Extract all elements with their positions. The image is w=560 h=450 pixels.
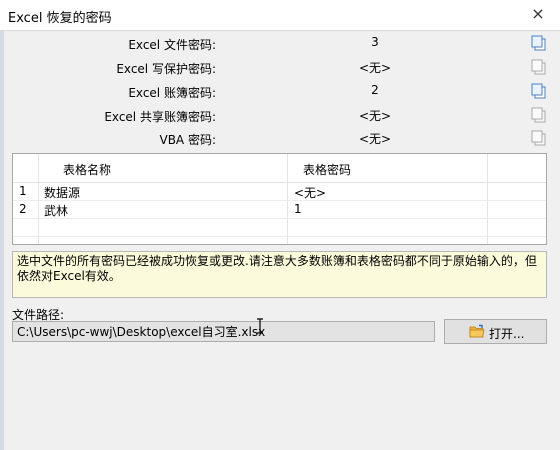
open-button[interactable]: 打开...: [444, 319, 547, 344]
copy-icon[interactable]: [530, 58, 548, 76]
table-header: 表格名称 表格密码: [13, 154, 546, 183]
column-header-sheet-name[interactable]: 表格名称: [63, 161, 111, 178]
worksheet-password-table[interactable]: 表格名称 表格密码 1 数据源 <无> 2 武林 1: [12, 153, 547, 245]
text-cursor-icon: [256, 318, 264, 337]
sheet-password-cell: <无>: [294, 186, 327, 200]
vba-password-value: <无>: [358, 132, 392, 146]
sheet-name-cell: 武林: [44, 204, 69, 218]
row-number: 2: [19, 202, 27, 216]
open-button-label: 打开...: [489, 327, 525, 341]
excel-write-protect-password-value: <无>: [358, 61, 392, 75]
title-bar: Excel 恢复的密码 ×: [0, 0, 560, 31]
copy-icon[interactable]: [530, 106, 548, 124]
copy-icon[interactable]: [530, 82, 548, 100]
vba-password-row: VBA 密码: <无>: [0, 127, 560, 149]
copy-icon[interactable]: [530, 129, 548, 147]
excel-file-password-value: 3: [371, 35, 379, 49]
excel-shared-workbook-password-value: <无>: [358, 109, 392, 123]
folder-icon: [469, 324, 485, 342]
sheet-name-cell: 数据源: [44, 186, 81, 200]
file-path-field[interactable]: [12, 321, 435, 342]
excel-file-password-label: Excel 文件密码:: [128, 38, 216, 52]
excel-write-protect-password-row: Excel 写保护密码: <无>: [0, 56, 560, 78]
excel-workbook-password-value: 2: [371, 83, 379, 97]
column-header-sheet-password[interactable]: 表格密码: [303, 161, 351, 178]
vba-password-label: VBA 密码:: [159, 133, 216, 147]
sheet-password-cell: 1: [294, 202, 302, 216]
row-number: 1: [19, 184, 27, 198]
excel-file-password-row: Excel 文件密码: 3: [0, 32, 560, 54]
excel-write-protect-password-label: Excel 写保护密码:: [116, 62, 216, 76]
copy-icon[interactable]: [530, 34, 548, 52]
excel-shared-workbook-password-row: Excel 共享账簿密码: <无>: [0, 104, 560, 126]
info-message: 选中文件的所有密码已经被成功恢复或更改.请注意大多数账簿和表格密码都不同于原始输…: [12, 251, 547, 298]
table-row[interactable]: 1 数据源 <无>: [13, 182, 546, 201]
excel-shared-workbook-password-label: Excel 共享账簿密码:: [104, 110, 216, 124]
window-title: Excel 恢复的密码: [8, 11, 112, 26]
table-row[interactable]: 2 武林 1: [13, 200, 546, 219]
table-row-empty: [13, 218, 546, 237]
excel-workbook-password-label: Excel 账簿密码:: [128, 86, 216, 100]
close-icon[interactable]: ×: [526, 2, 550, 26]
excel-workbook-password-row: Excel 账簿密码: 2: [0, 80, 560, 102]
recovered-passwords-window: Excel 恢复的密码 × Excel 文件密码: 3 Excel 写保护密码:…: [0, 0, 560, 450]
